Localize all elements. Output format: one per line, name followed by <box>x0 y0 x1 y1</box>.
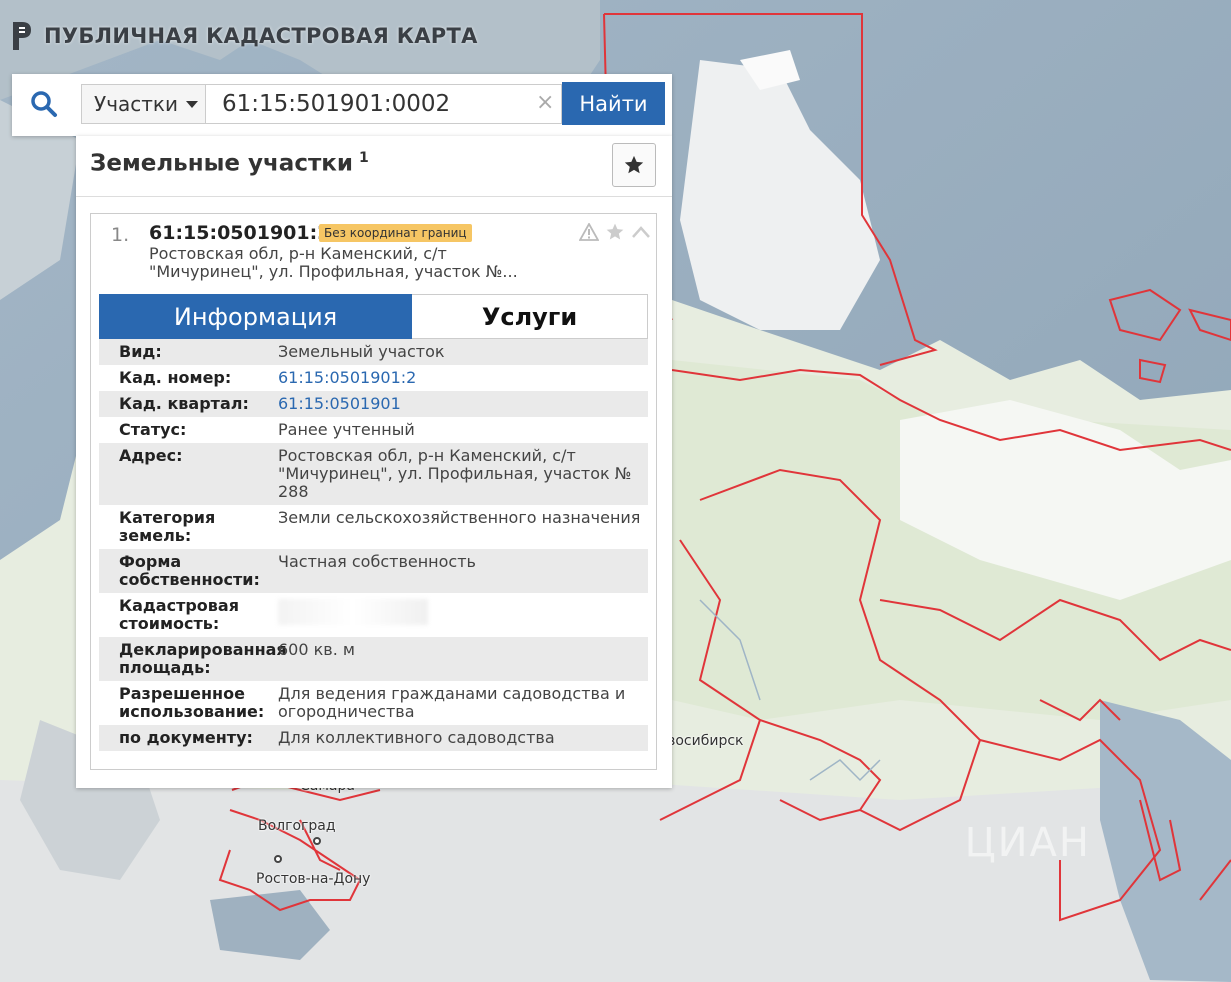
favorites-button[interactable] <box>612 143 656 187</box>
rosreestr-logo-icon <box>13 22 31 50</box>
star-icon <box>624 155 644 174</box>
info-label: Адрес: <box>119 446 183 465</box>
results-title: Земельные участки 1 <box>90 150 369 177</box>
results-title-text: Земельные участки <box>90 150 354 177</box>
redacted-value <box>278 599 428 625</box>
info-label: Разрешенное использование: <box>119 684 265 721</box>
result-address: Ростовская обл, р-н Каменский, с/т "Мичу… <box>149 244 518 281</box>
results-panel: Земельные участки 1 1. 61:15:0501901:2 Бе… <box>76 136 672 788</box>
info-label: Кад. номер: <box>119 368 232 387</box>
info-value: Частная собственность <box>278 552 476 571</box>
info-row: по документу: Для коллективного садоводст… <box>99 725 648 751</box>
info-tabs: Информация Услуги <box>99 294 648 339</box>
search-icon[interactable] <box>30 90 58 118</box>
info-row: Кадастровая стоимость: <box>99 593 648 637</box>
card-actions <box>579 222 651 242</box>
info-label: Форма собственности: <box>119 552 260 589</box>
results-header: Земельные участки 1 <box>76 136 672 197</box>
info-row: Статус: Ранее учтенный <box>99 417 648 443</box>
info-value-link[interactable]: 61:15:0501901:2 <box>278 369 648 387</box>
info-row: Разрешенное использование: Для ведения гр… <box>99 681 648 725</box>
info-row: Декларированная площадь: 600 кв. м <box>99 637 648 681</box>
app-header: ПУБЛИЧНАЯ КАДАСТРОВАЯ КАРТА <box>10 20 478 52</box>
tab-services[interactable]: Услуги <box>412 294 648 339</box>
info-value: Земли сельскохозяйственного назначения <box>278 508 641 527</box>
info-label: Декларированная площадь: <box>119 640 287 677</box>
results-count: 1 <box>359 150 369 166</box>
info-label: по документу: <box>119 728 253 747</box>
map-label-volgograd: Волгоград <box>258 818 336 834</box>
info-table: Вид: Земельный участок Кад. номер: 61:15:05… <box>99 339 648 751</box>
info-row: Форма собственности: Частная собственност… <box>99 549 648 593</box>
search-type-select[interactable]: Участки <box>81 84 206 124</box>
info-value: Ранее учтенный <box>278 420 415 439</box>
info-value: Ростовская обл, р-н Каменский, с/т "Мичу… <box>278 446 632 501</box>
search-panel: Участки × Найти <box>12 74 672 136</box>
info-label: Категория земель: <box>119 508 216 545</box>
info-row: Категория земель: Земли сельскохозяйствен… <box>99 505 648 549</box>
search-input[interactable] <box>206 84 562 124</box>
info-row: Вид: Земельный участок <box>99 339 648 365</box>
chevron-down-icon <box>185 100 198 108</box>
result-cadastral-number[interactable]: 61:15:0501901:2 <box>149 222 330 244</box>
city-dot-volgograd <box>313 837 321 845</box>
info-label: Кад. квартал: <box>119 394 249 413</box>
info-value <box>278 597 648 633</box>
result-card[interactable]: 1. 61:15:0501901:2 Без координат границ … <box>90 213 657 770</box>
info-value: Земельный участок <box>278 342 445 361</box>
no-coordinates-badge: Без координат границ <box>319 224 472 242</box>
app-title: ПУБЛИЧНАЯ КАДАСТРОВАЯ КАРТА <box>44 24 478 48</box>
warning-icon[interactable] <box>579 223 599 241</box>
map-label-rostov: Ростов-на-Дону <box>256 871 371 887</box>
info-row: Кад. квартал: 61:15:0501901 <box>99 391 648 417</box>
search-type-value: Участки <box>94 92 178 116</box>
info-value-link[interactable]: 61:15:0501901 <box>278 395 648 413</box>
info-row: Адрес: Ростовская обл, р-н Каменский, с/т… <box>99 443 648 505</box>
info-label: Вид: <box>119 342 162 361</box>
city-dot-rostov <box>274 855 282 863</box>
info-row: Кад. номер: 61:15:0501901:2 <box>99 365 648 391</box>
info-label: Кадастровая стоимость: <box>119 596 239 633</box>
info-value: 600 кв. м <box>278 640 355 659</box>
result-index: 1. <box>111 224 130 246</box>
star-icon[interactable] <box>605 222 625 242</box>
tab-information[interactable]: Информация <box>99 294 412 339</box>
chevron-up-icon[interactable] <box>631 225 651 239</box>
info-value: Для коллективного садоводства <box>278 728 555 747</box>
clear-icon[interactable]: × <box>536 91 554 115</box>
cian-watermark: ЦИАН <box>964 820 1091 866</box>
info-value: Для ведения гражданами садоводства и ого… <box>278 684 626 721</box>
find-button[interactable]: Найти <box>562 82 665 125</box>
info-label: Статус: <box>119 420 187 439</box>
